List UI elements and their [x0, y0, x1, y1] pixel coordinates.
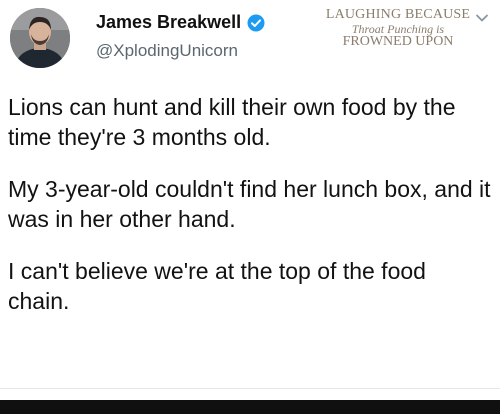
- tweet-paragraph: I can't believe we're at the top of the …: [8, 258, 426, 314]
- bottom-bar: [0, 400, 500, 414]
- watermark-line-3: FROWNED UPON: [342, 34, 454, 50]
- author-display-name[interactable]: James Breakwell: [96, 12, 241, 33]
- tweet-paragraph: Lions can hunt and kill their own food b…: [8, 94, 456, 150]
- avatar-image: [10, 8, 70, 68]
- avatar[interactable]: [10, 8, 70, 68]
- watermark-logo: LAUGHING BECAUSE Throat Punching is FROW…: [318, 7, 478, 50]
- divider: [0, 388, 500, 389]
- tweet-card: James Breakwell @XplodingUnicorn LAUGHIN…: [0, 0, 500, 400]
- tweet-paragraph: My 3-year-old couldn't find her lunch bo…: [8, 176, 491, 232]
- watermark-line-1: LAUGHING BECAUSE: [325, 7, 471, 22]
- chevron-down-icon[interactable]: [474, 10, 490, 26]
- author-handle[interactable]: @XplodingUnicorn: [96, 41, 238, 61]
- tweet-body: Lions can hunt and kill their own food b…: [8, 92, 492, 338]
- author-name-row: James Breakwell: [96, 12, 265, 33]
- verified-badge-icon: [247, 14, 265, 32]
